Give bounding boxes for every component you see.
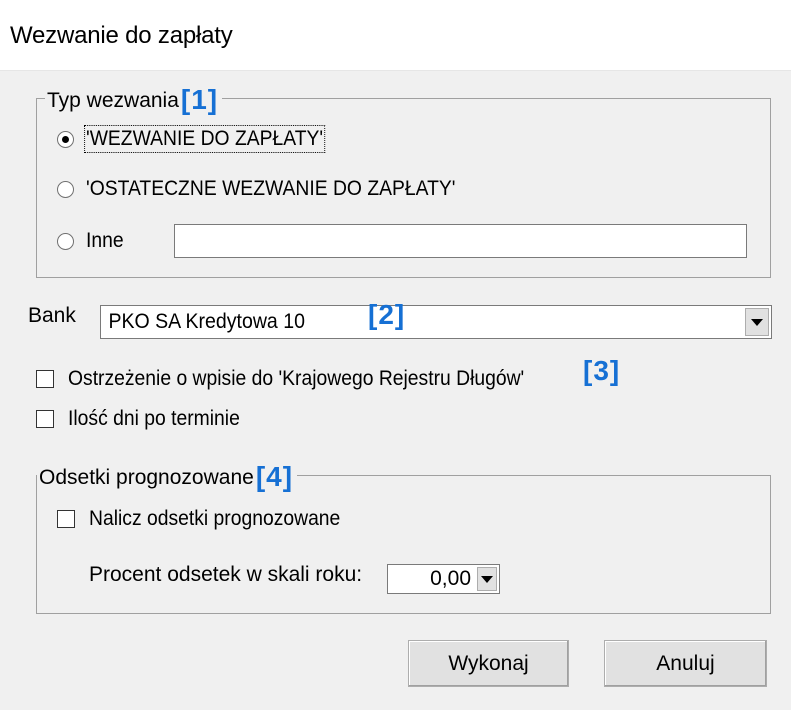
procent-dropdown-button[interactable] <box>477 567 497 591</box>
radio-label-inne[interactable]: Inne <box>86 229 124 253</box>
bank-dropdown-button[interactable] <box>745 308 769 336</box>
procent-select[interactable]: 0,00 <box>387 564 500 594</box>
radio-wezwanie[interactable]: 'WEZWANIE DO ZAPŁATY' <box>57 124 344 154</box>
annotation-3: [3] <box>583 355 621 386</box>
bank-select[interactable]: PKO SA Kredytowa 10 <box>100 305 772 339</box>
ilosc-dni-checkbox-row[interactable]: Ilość dni po terminie <box>36 404 255 434</box>
dialog-client-area: Typ wezwania [1] 'WEZWANIE DO ZAPŁATY' '… <box>0 71 791 710</box>
odsetki-legend: Odsetki prognozowane [4] <box>37 459 298 492</box>
procent-select-value: 0,00 <box>430 567 471 590</box>
odsetki-legend-label: Odsetki prognozowane <box>39 466 254 489</box>
typ-wezwania-legend-label: Typ wezwania <box>47 89 179 112</box>
window-title: Wezwanie do zapłaty <box>10 22 233 49</box>
chevron-down-icon <box>751 318 763 326</box>
radio-button-wezwanie[interactable] <box>57 130 74 148</box>
bank-label: Bank <box>28 304 76 327</box>
procent-label: Procent odsetek w skali roku: <box>89 563 363 586</box>
ostrzezenie-checkbox-row[interactable]: Ostrzeżenie o wpisie do 'Krajowego Rejes… <box>36 364 564 394</box>
dialog-window: Wezwanie do zapłaty Typ wezwania [1] 'WE… <box>0 0 791 710</box>
radio-button-inne[interactable] <box>57 232 74 250</box>
radio-label-ostateczne[interactable]: 'OSTATECZNE WEZWANIE DO ZAPŁATY' <box>86 177 455 201</box>
radio-button-ostateczne[interactable] <box>57 180 74 198</box>
execute-button[interactable]: Wykonaj <box>408 640 569 687</box>
typ-wezwania-group: Typ wezwania [1] 'WEZWANIE DO ZAPŁATY' '… <box>36 82 771 278</box>
ostrzezenie-label[interactable]: Ostrzeżenie o wpisie do 'Krajowego Rejes… <box>68 367 524 391</box>
nalicz-label[interactable]: Nalicz odsetki prognozowane <box>89 507 340 531</box>
odsetki-group: Odsetki prognozowane [4] Nalicz odsetki … <box>36 459 771 614</box>
radio-inne[interactable]: Inne <box>57 226 127 256</box>
nalicz-checkbox[interactable] <box>57 510 75 528</box>
radio-label-wezwanie[interactable]: 'WEZWANIE DO ZAPŁATY' <box>84 125 325 153</box>
nalicz-checkbox-row[interactable]: Nalicz odsetki prognozowane <box>57 504 362 534</box>
inne-input[interactable] <box>174 224 747 258</box>
typ-wezwania-legend: Typ wezwania [1] <box>45 82 223 115</box>
annotation-2: [2] <box>368 299 406 330</box>
annotation-1: [1] <box>180 84 219 115</box>
chevron-down-icon <box>481 575 493 583</box>
ilosc-dni-label[interactable]: Ilość dni po terminie <box>68 407 240 431</box>
radio-ostateczne[interactable]: 'OSTATECZNE WEZWANIE DO ZAPŁATY' <box>57 174 488 204</box>
ilosc-dni-checkbox[interactable] <box>36 410 54 428</box>
title-bar[interactable]: Wezwanie do zapłaty <box>0 0 791 71</box>
cancel-button[interactable]: Anuluj <box>604 640 767 687</box>
ostrzezenie-checkbox[interactable] <box>36 370 54 388</box>
annotation-4: [4] <box>255 461 294 492</box>
